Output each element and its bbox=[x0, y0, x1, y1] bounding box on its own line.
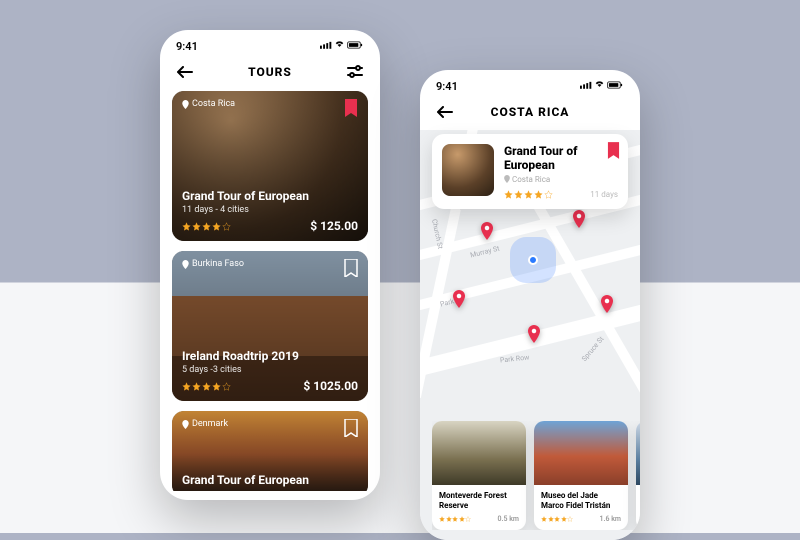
tour-card[interactable]: Burkina Faso Ireland Roadtrip 2019 5 day… bbox=[172, 251, 368, 401]
tour-subtitle: 11 days - 4 cities bbox=[182, 205, 358, 215]
street-label: Spruce St bbox=[580, 335, 605, 363]
nav-bar: TOURS bbox=[160, 57, 380, 91]
tour-location: Denmark bbox=[182, 419, 228, 429]
status-icons bbox=[580, 80, 624, 93]
detail-duration: 11 days bbox=[590, 190, 618, 199]
poi-distance: 0.5 km bbox=[497, 515, 519, 523]
tour-card[interactable]: Denmark Grand Tour of European bbox=[172, 411, 368, 491]
bookmark-icon[interactable] bbox=[344, 419, 358, 437]
tour-card[interactable]: Costa Rica Grand Tour of European 11 day… bbox=[172, 91, 368, 241]
tours-screen: 9:41 TOURS Costa Rica bbox=[160, 30, 380, 500]
poi-card[interactable]: Museo del Jade Marco Fidel Tristán 1.6 k… bbox=[534, 421, 628, 530]
poi-title: Monteverde Forest Reserve bbox=[439, 491, 519, 511]
tour-title: Grand Tour of European bbox=[182, 473, 358, 487]
map-pin-icon[interactable] bbox=[525, 325, 543, 343]
map-pin-icon[interactable] bbox=[570, 210, 588, 228]
filter-button[interactable] bbox=[346, 63, 364, 81]
poi-image bbox=[534, 421, 628, 485]
rating-stars bbox=[182, 222, 231, 231]
map-pin-icon[interactable] bbox=[598, 295, 616, 313]
status-time: 9:41 bbox=[436, 80, 458, 93]
back-button[interactable] bbox=[176, 63, 194, 81]
user-location-dot bbox=[528, 255, 538, 265]
rating-stars bbox=[439, 516, 471, 522]
status-bar: 9:41 bbox=[420, 70, 640, 97]
back-button[interactable] bbox=[436, 103, 454, 121]
detail-location: Costa Rica bbox=[504, 175, 618, 184]
status-time: 9:41 bbox=[176, 40, 198, 53]
tour-list[interactable]: Costa Rica Grand Tour of European 11 day… bbox=[160, 91, 380, 491]
poi-image bbox=[432, 421, 526, 485]
detail-title: Grand Tour of European bbox=[504, 144, 618, 173]
poi-card[interactable]: Nati of C bbox=[636, 421, 640, 530]
detail-thumbnail bbox=[442, 144, 494, 196]
poi-distance: 1.6 km bbox=[599, 515, 621, 523]
poi-card[interactable]: Monteverde Forest Reserve 0.5 km bbox=[432, 421, 526, 530]
tour-price: $ 125.00 bbox=[310, 219, 358, 233]
map-pin-icon[interactable] bbox=[478, 222, 496, 240]
tour-title: Grand Tour of European bbox=[182, 189, 358, 203]
bookmark-icon[interactable] bbox=[607, 142, 620, 163]
tour-location: Costa Rica bbox=[182, 99, 235, 109]
tour-subtitle: 5 days -3 cities bbox=[182, 365, 358, 375]
tour-price: $ 1025.00 bbox=[303, 379, 358, 393]
page-title: TOURS bbox=[248, 65, 292, 79]
rating-stars bbox=[541, 516, 573, 522]
bookmark-icon[interactable] bbox=[344, 259, 358, 277]
status-bar: 9:41 bbox=[160, 30, 380, 57]
poi-title: Museo del Jade Marco Fidel Tristán bbox=[541, 491, 621, 511]
tour-detail-card[interactable]: Grand Tour of European Costa Rica 11 day… bbox=[432, 134, 628, 209]
street-label: Park Row bbox=[500, 353, 530, 364]
bookmark-icon[interactable] bbox=[344, 99, 358, 117]
rating-stars bbox=[182, 382, 231, 391]
status-icons bbox=[320, 40, 364, 53]
tour-location: Burkina Faso bbox=[182, 259, 244, 269]
map-screen: 9:41 COSTA RICA Chambers St Warren St Ch… bbox=[420, 70, 640, 540]
map-pin-icon[interactable] bbox=[450, 290, 468, 308]
nav-bar: COSTA RICA bbox=[420, 97, 640, 131]
poi-image bbox=[636, 421, 640, 485]
poi-carousel[interactable]: Monteverde Forest Reserve 0.5 km Museo d… bbox=[432, 421, 640, 530]
street-label: Murray St bbox=[469, 245, 500, 260]
street-label: Church St bbox=[430, 218, 444, 249]
tour-title: Ireland Roadtrip 2019 bbox=[182, 349, 358, 363]
page-title: COSTA RICA bbox=[491, 105, 570, 119]
rating-stars bbox=[504, 190, 553, 199]
